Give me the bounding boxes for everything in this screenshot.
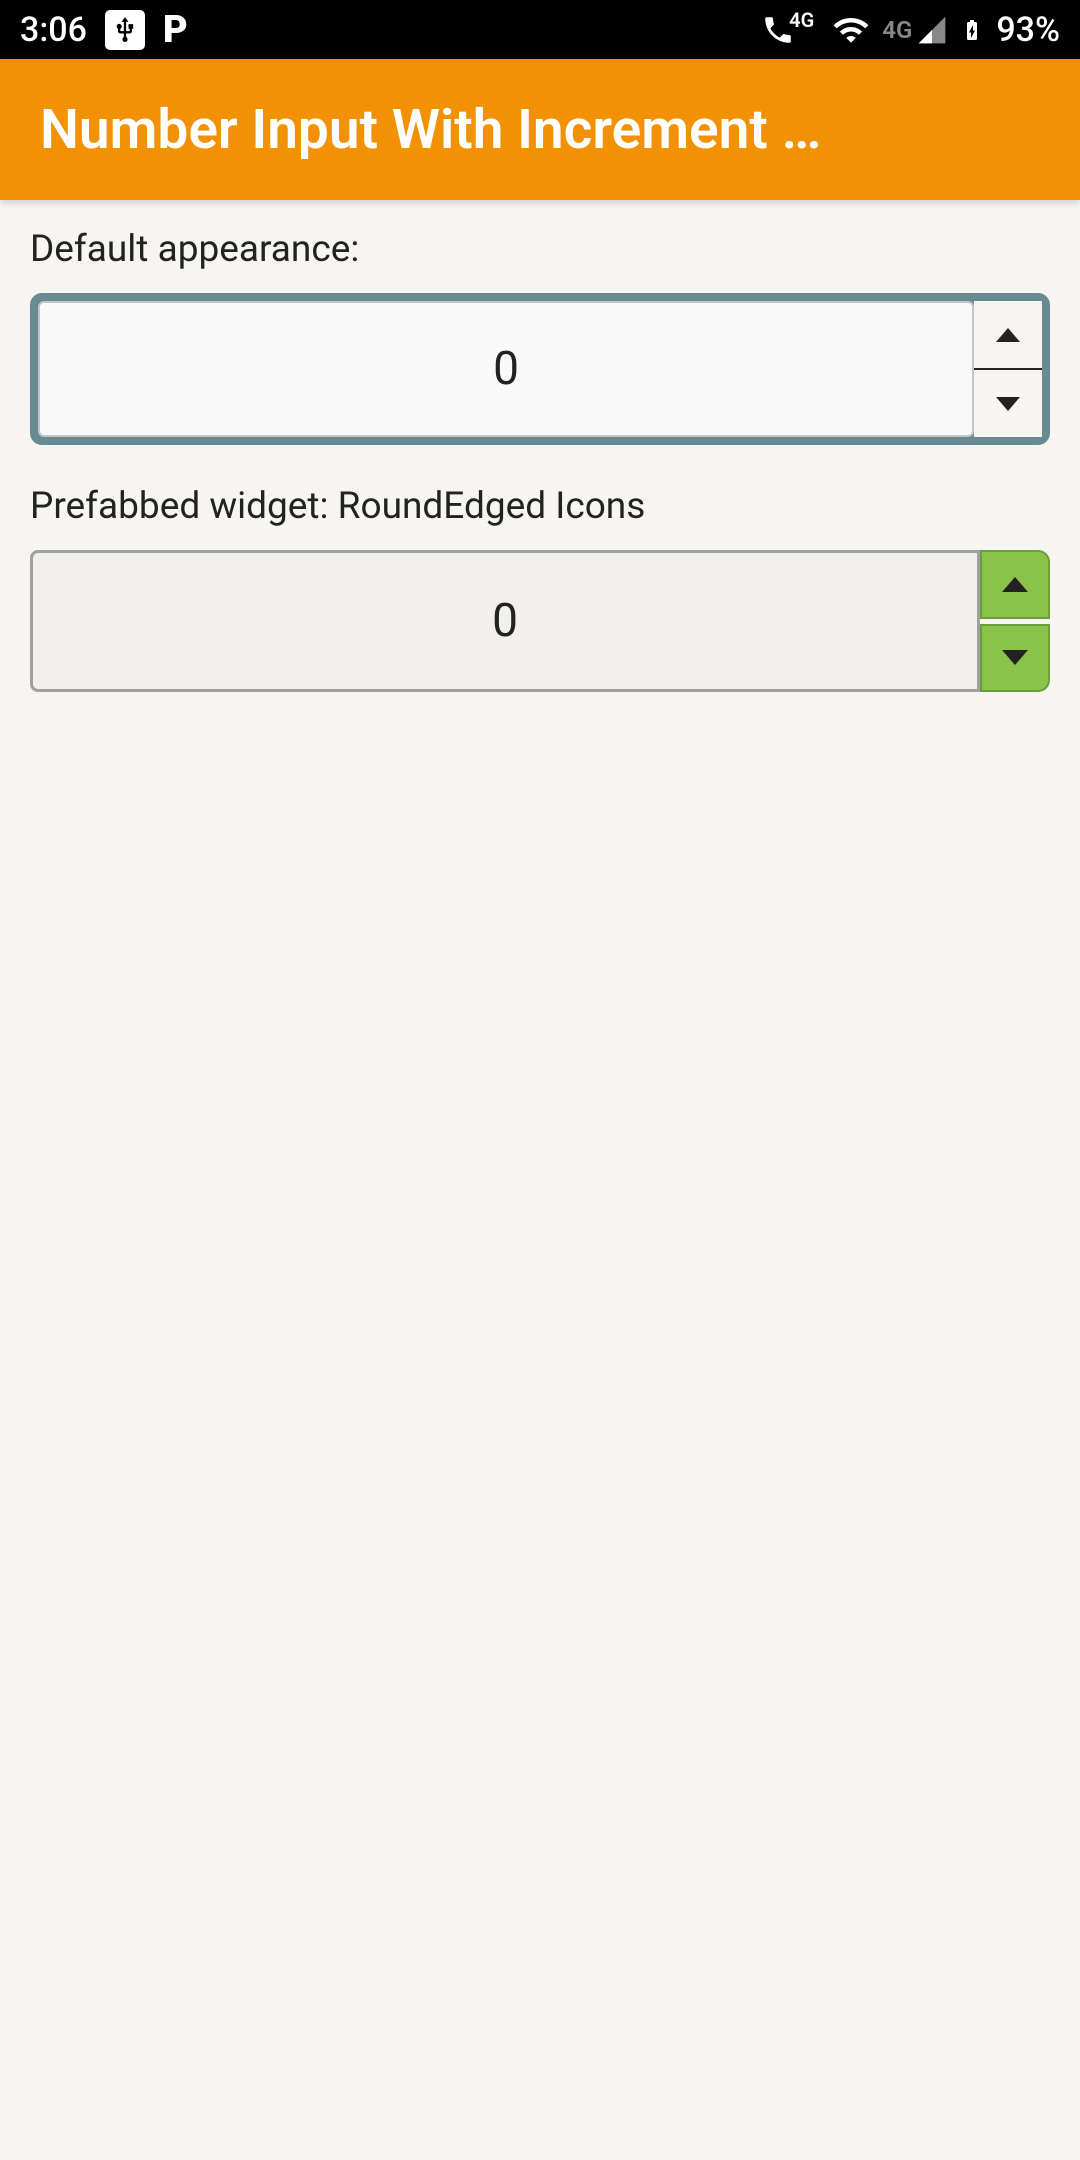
- phone-4g-icon: 4G: [761, 13, 820, 47]
- default-stepper-decrement[interactable]: [974, 370, 1042, 437]
- status-left: 3:06 P: [20, 8, 186, 52]
- signal-group: 4G: [882, 14, 948, 46]
- roundedged-stepper-decrement[interactable]: [980, 624, 1050, 693]
- chevron-up-icon: [996, 328, 1020, 342]
- app-title: Number Input With Increment …: [40, 98, 821, 162]
- status-right: 4G 4G 93%: [761, 10, 1060, 50]
- chevron-down-icon: [996, 397, 1020, 411]
- battery-percent: 93%: [996, 10, 1060, 50]
- default-appearance-label: Default appearance:: [30, 228, 1050, 271]
- signal-icon: [916, 14, 948, 46]
- wifi-icon: [832, 11, 870, 49]
- roundedged-label: Prefabbed widget: RoundEdged Icons: [30, 485, 1050, 528]
- roundedged-stepper-increment[interactable]: [980, 550, 1050, 619]
- app-bar: Number Input With Increment …: [0, 59, 1080, 200]
- roundedged-stepper-buttons: [980, 550, 1050, 692]
- default-stepper-buttons: [974, 301, 1042, 437]
- chevron-up-icon: [1002, 577, 1028, 592]
- usb-icon: [105, 10, 145, 50]
- signal-4g-dim-label: 4G: [882, 16, 912, 44]
- battery-charging-icon: [960, 12, 984, 48]
- content: Default appearance: 0 Prefabbed widget: …: [0, 200, 1080, 720]
- default-stepper: 0: [30, 293, 1050, 445]
- p-icon: P: [163, 8, 186, 52]
- roundedged-stepper-input[interactable]: 0: [30, 550, 980, 692]
- default-stepper-increment[interactable]: [974, 301, 1042, 370]
- chevron-down-icon: [1002, 650, 1028, 665]
- default-stepper-input[interactable]: 0: [38, 301, 974, 437]
- status-time: 3:06: [20, 10, 87, 50]
- roundedged-stepper: 0: [30, 550, 1050, 692]
- phone-4g-label: 4G: [789, 8, 814, 32]
- status-bar: 3:06 P 4G 4G 93%: [0, 0, 1080, 59]
